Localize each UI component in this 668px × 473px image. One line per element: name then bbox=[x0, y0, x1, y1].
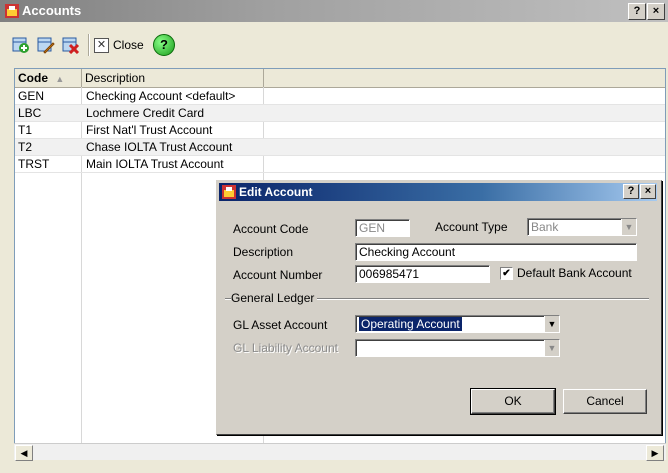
account-type-label: Account Type bbox=[435, 220, 508, 234]
row-description: Checking Account <default> bbox=[86, 89, 236, 103]
toolbar-separator bbox=[88, 34, 90, 56]
gl-asset-combo[interactable]: Operating Account ▼ bbox=[355, 315, 560, 333]
default-bank-label: Default Bank Account bbox=[517, 266, 632, 280]
dialog-titlebar: Edit Account ? × bbox=[219, 183, 657, 201]
close-x-icon: ✕ bbox=[94, 37, 109, 53]
horizontal-scrollbar[interactable]: ◀ ▶ bbox=[14, 443, 666, 461]
account-code-label: Account Code bbox=[233, 222, 309, 236]
gl-asset-value: Operating Account bbox=[359, 317, 462, 331]
app-logo-icon bbox=[222, 185, 236, 199]
account-type-value: Bank bbox=[531, 220, 559, 234]
row-description: Chase IOLTA Trust Account bbox=[86, 140, 233, 154]
general-ledger-label: General Ledger bbox=[231, 291, 318, 305]
grid-header: Code ▲ Description bbox=[15, 69, 665, 88]
window-help-button[interactable]: ? bbox=[628, 3, 646, 20]
scroll-left-icon[interactable]: ◀ bbox=[15, 445, 33, 461]
table-row[interactable]: LBC Lochmere Credit Card bbox=[15, 105, 665, 122]
dropdown-arrow-icon[interactable]: ▼ bbox=[544, 316, 559, 332]
delete-record-icon[interactable] bbox=[62, 36, 80, 54]
close-button[interactable]: ✕ Close bbox=[94, 35, 144, 55]
row-code: GEN bbox=[18, 89, 45, 103]
row-code: LBC bbox=[18, 106, 42, 120]
help-icon[interactable]: ? bbox=[153, 34, 175, 56]
column-header-code[interactable]: Code ▲ bbox=[15, 69, 82, 87]
toolbar: ✕ Close ? bbox=[0, 22, 668, 64]
column-header-code-label: Code bbox=[18, 71, 48, 85]
window-title: Accounts bbox=[22, 3, 82, 18]
row-description: Main IOLTA Trust Account bbox=[86, 157, 224, 171]
edit-record-icon[interactable] bbox=[37, 36, 55, 54]
table-row[interactable]: GEN Checking Account <default> bbox=[15, 88, 665, 105]
account-number-label: Account Number bbox=[233, 268, 323, 282]
table-row[interactable]: TRST Main IOLTA Trust Account bbox=[15, 156, 665, 173]
column-header-description[interactable]: Description bbox=[82, 69, 264, 87]
scroll-right-icon[interactable]: ▶ bbox=[646, 445, 664, 461]
table-row[interactable]: T1 First Nat'l Trust Account bbox=[15, 122, 665, 139]
row-code: T1 bbox=[18, 123, 33, 137]
description-field[interactable]: Checking Account bbox=[355, 243, 637, 261]
row-code: TRST bbox=[18, 157, 50, 171]
row-description: Lochmere Credit Card bbox=[86, 106, 205, 120]
app-logo-icon bbox=[5, 4, 19, 18]
window-close-button[interactable]: × bbox=[647, 3, 665, 20]
account-code-field: GEN bbox=[355, 219, 410, 237]
ok-button[interactable]: OK bbox=[470, 388, 556, 415]
description-label: Description bbox=[233, 245, 294, 259]
sort-up-icon: ▲ bbox=[55, 74, 65, 84]
gl-liability-label: GL Liability Account bbox=[233, 341, 338, 355]
edit-account-dialog: Edit Account ? × Account Code GEN Accoun… bbox=[216, 180, 662, 435]
dropdown-arrow-icon: ▼ bbox=[544, 340, 559, 356]
account-number-field[interactable]: 006985471 bbox=[355, 265, 490, 283]
checkmark-icon: ✔ bbox=[502, 268, 511, 279]
account-type-combo: Bank ▼ bbox=[527, 218, 637, 236]
table-row[interactable]: T2 Chase IOLTA Trust Account bbox=[15, 139, 665, 156]
gl-liability-combo: ▼ bbox=[355, 339, 560, 357]
row-code: T2 bbox=[18, 140, 33, 154]
dialog-help-button[interactable]: ? bbox=[623, 184, 639, 199]
default-bank-checkbox[interactable]: ✔ bbox=[500, 267, 513, 280]
window-titlebar: Accounts ? × bbox=[0, 0, 668, 22]
close-button-label: Close bbox=[113, 38, 144, 52]
dropdown-arrow-icon: ▼ bbox=[621, 219, 636, 235]
row-description: First Nat'l Trust Account bbox=[86, 123, 213, 137]
cancel-button[interactable]: Cancel bbox=[563, 389, 647, 414]
column-header-filler bbox=[264, 69, 665, 87]
dialog-title: Edit Account bbox=[239, 185, 313, 199]
add-record-icon[interactable] bbox=[12, 36, 30, 54]
gl-asset-label: GL Asset Account bbox=[233, 318, 328, 332]
dialog-close-button[interactable]: × bbox=[640, 184, 656, 199]
